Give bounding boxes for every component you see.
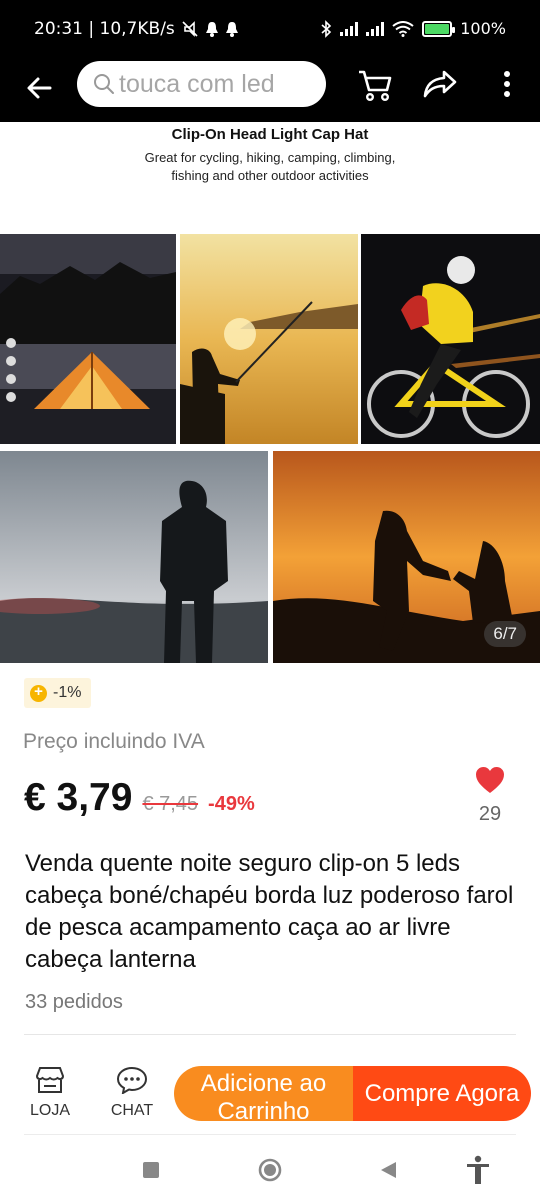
wifi-icon (392, 20, 414, 37)
mute-icon (182, 21, 198, 37)
notification-bell-icon (205, 22, 218, 37)
original-price: € 7,45 (142, 793, 199, 815)
chat-icon (116, 1066, 148, 1095)
discount-percent: -49% (208, 793, 255, 815)
signal-icon (366, 21, 385, 36)
status-time: 20:31 | 10,7KB/s (34, 19, 175, 39)
gallery-dot (6, 338, 16, 348)
cart-icon[interactable] (355, 64, 395, 104)
top-nav: touca com led (0, 58, 540, 122)
heart-icon (476, 767, 504, 793)
notification-bell-icon (225, 22, 238, 37)
image-counter: 6/7 (484, 621, 526, 647)
back-nav-icon[interactable] (372, 1154, 404, 1186)
coin-discount-badge[interactable]: -1% (24, 678, 92, 708)
search-icon (94, 74, 114, 94)
divider (24, 1034, 516, 1035)
search-input[interactable]: touca com led (77, 61, 326, 107)
share-icon[interactable] (420, 64, 460, 104)
photo-night-cyclist (361, 234, 540, 444)
gallery-dot (6, 374, 16, 384)
accessibility-icon[interactable] (462, 1154, 494, 1186)
home-icon[interactable] (254, 1154, 286, 1186)
bottom-action-bar: LOJA CHAT Adicione ao Carrinho Compre Ag… (0, 1058, 540, 1136)
battery-icon (422, 20, 456, 37)
photo-hooded-person (0, 451, 268, 663)
chat-label: CHAT (110, 1102, 154, 1119)
status-right: 100% (320, 19, 506, 38)
more-vertical-icon[interactable] (487, 64, 527, 104)
coin-icon (30, 683, 47, 702)
banner-subtitle: Great for cycling, hiking, camping, clim… (0, 149, 540, 185)
signal-icon (340, 21, 359, 36)
gallery-dot (6, 392, 16, 402)
status-left: 20:31 | 10,7KB/s (34, 19, 239, 39)
store-label: LOJA (29, 1102, 70, 1119)
battery-percent: 100% (460, 19, 506, 38)
gallery-side-dots (6, 338, 16, 402)
buy-now-button[interactable]: Compre Agora (353, 1066, 531, 1121)
store-button[interactable]: LOJA (20, 1066, 80, 1120)
product-image-gallery[interactable]: Clip-On Head Light Cap Hat Great for cyc… (0, 122, 540, 663)
system-navigation-bar (0, 1140, 540, 1200)
banner-title: Clip-On Head Light Cap Hat (171, 126, 369, 143)
wishlist-count: 29 (478, 803, 502, 825)
status-bar: 20:31 | 10,7KB/s 100% (0, 0, 540, 58)
coin-discount-text: -1% (53, 684, 82, 701)
wishlist-button[interactable]: 29 (470, 766, 510, 826)
gallery-dot (6, 356, 16, 366)
back-arrow-icon[interactable] (20, 68, 60, 108)
current-price: € 3,79 (24, 776, 133, 819)
banner-subtitle-line: fishing and other outdoor activities (171, 168, 369, 183)
price-row: € 3,79 € 7,45 -49% (24, 776, 255, 820)
photo-tent-lake (0, 234, 176, 444)
photo-fisherman-sunset (180, 234, 358, 444)
search-placeholder: touca com led (119, 69, 275, 98)
recent-apps-icon[interactable] (135, 1154, 167, 1186)
vat-label: Preço incluindo IVA (23, 730, 205, 753)
battery-fill (425, 23, 450, 34)
orders-count: 33 pedidos (25, 991, 123, 1013)
store-icon (35, 1067, 65, 1093)
banner-subtitle-line: Great for cycling, hiking, camping, clim… (144, 150, 396, 165)
chat-button[interactable]: CHAT (102, 1066, 162, 1120)
divider (24, 1134, 516, 1135)
product-title: Venda quente noite seguro clip-on 5 leds… (25, 850, 514, 973)
add-to-cart-button[interactable]: Adicione ao Carrinho (174, 1066, 353, 1121)
bluetooth-icon (321, 19, 332, 38)
